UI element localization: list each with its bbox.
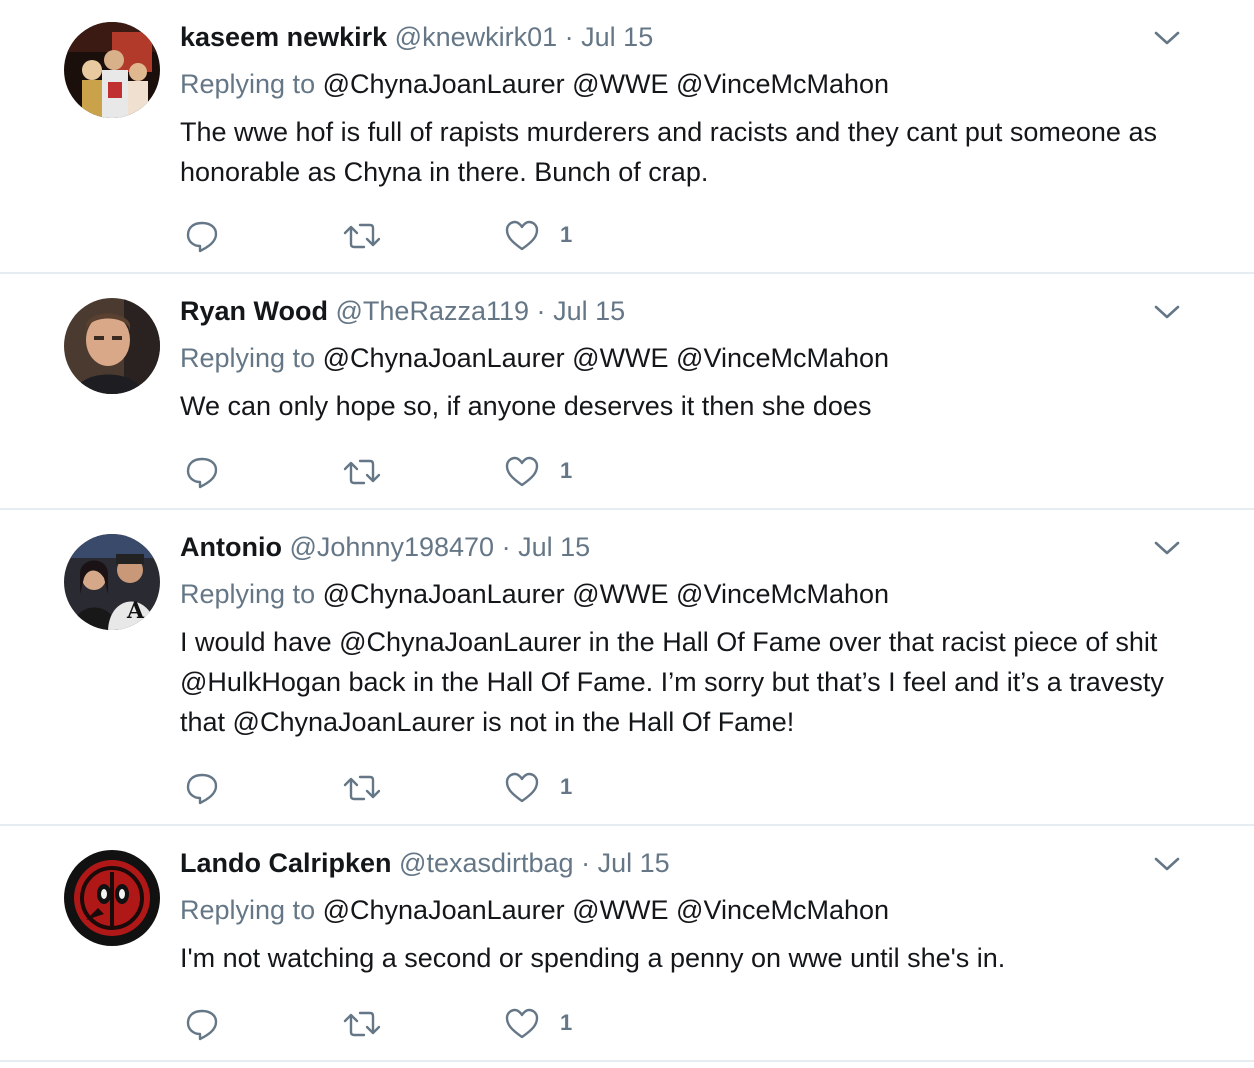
replying-to: Replying to @ChynaJoanLaurer @WWE @Vince…	[180, 341, 889, 375]
timestamp[interactable]: Jul 15	[581, 22, 653, 52]
reply-icon[interactable]	[184, 768, 220, 808]
tweet-text: We can only hope so, if anyone deserves …	[180, 391, 872, 421]
timestamp[interactable]: Jul 15	[598, 848, 670, 878]
replying-to-label: Replying to	[180, 343, 316, 373]
timestamp[interactable]: Jul 15	[518, 532, 590, 562]
replying-to-mentions[interactable]: @ChynaJoanLaurer @WWE @VinceMcMahon	[323, 895, 889, 925]
separator: ·	[581, 848, 591, 878]
separator: ·	[536, 296, 546, 326]
chevron-down-icon[interactable]	[1152, 302, 1182, 322]
replying-to-mentions[interactable]: @ChynaJoanLaurer @WWE @VinceMcMahon	[323, 69, 889, 99]
like-count: 1	[560, 774, 573, 799]
tweet-text: I would have @ChynaJoanLaurer in the Hal…	[180, 627, 1164, 737]
replying-to-mentions[interactable]: @ChynaJoanLaurer @WWE @VinceMcMahon	[323, 343, 889, 373]
like-count: 1	[560, 1010, 573, 1035]
avatar[interactable]	[64, 850, 160, 946]
avatar[interactable]	[64, 22, 160, 118]
heart-icon[interactable]	[504, 1004, 540, 1044]
tweet-header: Lando Calripken @texasdirtbag · Jul 15	[180, 846, 670, 880]
tweet-actions: 1	[180, 1004, 600, 1044]
retweet-icon[interactable]	[342, 216, 382, 256]
tweet-header: Ryan Wood @TheRazza119 · Jul 15	[180, 294, 625, 328]
replying-to: Replying to @ChynaJoanLaurer @WWE @Vince…	[180, 577, 889, 611]
tweet[interactable]: kaseem newkirk @knewkirk01 · Jul 15 Repl…	[0, 0, 1254, 274]
chevron-down-icon[interactable]	[1152, 854, 1182, 874]
user-handle[interactable]: @knewkirk01	[395, 22, 557, 52]
replying-to-label: Replying to	[180, 579, 316, 609]
chevron-down-icon[interactable]	[1152, 538, 1182, 558]
separator: ·	[564, 22, 574, 52]
svg-text:A: A	[126, 598, 145, 624]
heart-icon[interactable]	[504, 768, 540, 808]
chevron-down-icon[interactable]	[1152, 28, 1182, 48]
tweet-header: Antonio @Johnny198470 · Jul 15	[180, 530, 590, 564]
tweet-actions: 1	[180, 452, 600, 492]
retweet-icon[interactable]	[342, 452, 382, 492]
user-handle[interactable]: @Johnny198470	[289, 532, 494, 562]
user-handle[interactable]: @texasdirtbag	[399, 848, 574, 878]
separator: ·	[501, 532, 511, 562]
tweet-text: I'm not watching a second or spending a …	[180, 943, 1006, 973]
heart-icon[interactable]	[504, 216, 540, 256]
replying-to-label: Replying to	[180, 69, 316, 99]
display-name[interactable]: Lando Calripken	[180, 848, 392, 878]
reply-icon[interactable]	[184, 1004, 220, 1044]
tweet-text: The wwe hof is full of rapists murderers…	[180, 117, 1157, 187]
avatar[interactable]	[64, 298, 160, 394]
retweet-icon[interactable]	[342, 1004, 382, 1044]
like-count: 1	[560, 458, 573, 483]
user-handle[interactable]: @TheRazza119	[336, 296, 530, 326]
display-name[interactable]: Ryan Wood	[180, 296, 328, 326]
like-count: 1	[560, 222, 573, 247]
tweet-header: kaseem newkirk @knewkirk01 · Jul 15	[180, 20, 653, 54]
replying-to-mentions[interactable]: @ChynaJoanLaurer @WWE @VinceMcMahon	[323, 579, 889, 609]
avatar[interactable]: A	[64, 534, 160, 630]
tweet-actions: 1	[180, 768, 600, 808]
display-name[interactable]: Antonio	[180, 532, 282, 562]
reply-icon[interactable]	[184, 452, 220, 492]
tweet[interactable]: Lando Calripken @texasdirtbag · Jul 15 R…	[0, 826, 1254, 1062]
replying-to-label: Replying to	[180, 895, 316, 925]
retweet-icon[interactable]	[342, 768, 382, 808]
replying-to: Replying to @ChynaJoanLaurer @WWE @Vince…	[180, 893, 889, 927]
tweet[interactable]: A Antonio @Johnny198470 · Jul 15 Replyin…	[0, 510, 1254, 826]
tweet-actions: 1	[180, 216, 600, 256]
heart-icon[interactable]	[504, 452, 540, 492]
display-name[interactable]: kaseem newkirk	[180, 22, 387, 52]
timestamp[interactable]: Jul 15	[553, 296, 625, 326]
replying-to: Replying to @ChynaJoanLaurer @WWE @Vince…	[180, 67, 889, 101]
tweet[interactable]: Ryan Wood @TheRazza119 · Jul 15 Replying…	[0, 274, 1254, 510]
reply-icon[interactable]	[184, 216, 220, 256]
